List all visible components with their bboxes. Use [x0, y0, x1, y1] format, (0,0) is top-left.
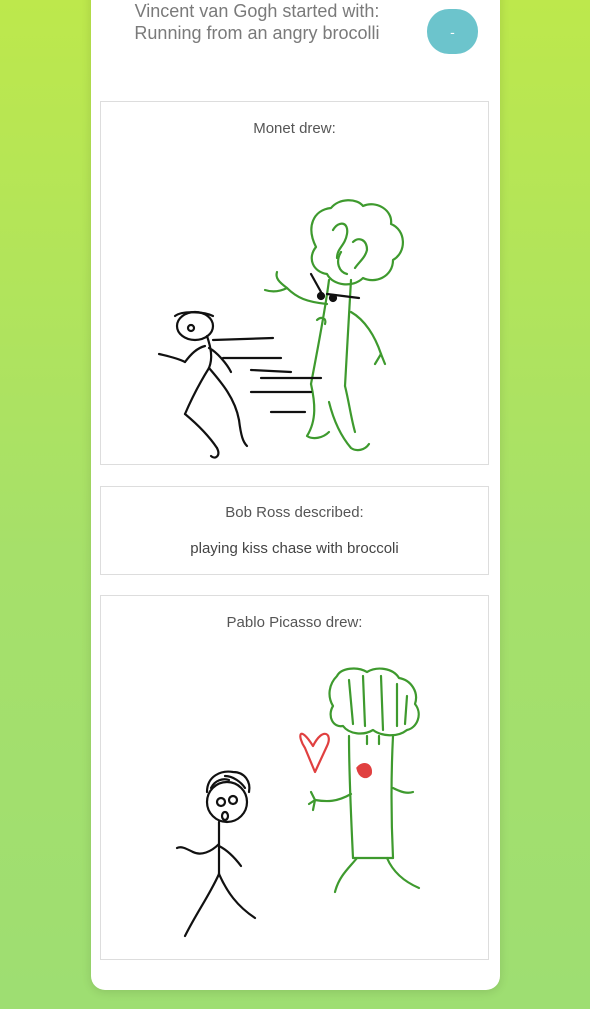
- description-card-bob-ross: Bob Ross described: playing kiss chase w…: [100, 486, 489, 575]
- starting-prompt: Vincent van Gogh started with: Running f…: [134, 1, 380, 43]
- collapse-button[interactable]: -: [427, 9, 478, 54]
- description-card-title: Bob Ross described:: [225, 504, 364, 521]
- picasso-drawing: [175, 667, 421, 938]
- description-text: playing kiss chase with broccoli: [190, 540, 399, 557]
- round-header: Vincent van Gogh started with: Running f…: [91, 0, 500, 80]
- drawing-card-monet: Monet drew:: [100, 101, 489, 465]
- game-results-panel: Vincent van Gogh started with: Running f…: [91, 0, 500, 990]
- monet-drawing: [157, 199, 404, 459]
- drawing-card-picasso: Pablo Picasso drew:: [100, 595, 489, 960]
